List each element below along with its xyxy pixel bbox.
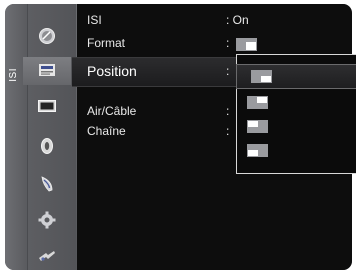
- position-value: :: [226, 64, 230, 78]
- format-value: :: [226, 36, 230, 50]
- sidebar-label: ISI: [8, 68, 19, 82]
- position-option-top-left[interactable]: [237, 115, 356, 138]
- isi-label[interactable]: ISI: [87, 13, 102, 27]
- position-option-top-right[interactable]: [237, 91, 356, 114]
- air-cable-label[interactable]: Air/Câble: [87, 104, 136, 118]
- position-label[interactable]: Position: [87, 64, 137, 78]
- application-icon[interactable]: [37, 210, 57, 230]
- input-icon[interactable]: [37, 174, 57, 194]
- position-dropdown: [236, 54, 356, 174]
- sidebar-tab[interactable]: ISI: [5, 4, 28, 270]
- bottom-right-thumbnail-icon: [251, 70, 272, 83]
- channel-label[interactable]: Chaîne: [87, 124, 126, 138]
- format-label[interactable]: Format: [87, 36, 125, 50]
- format-thumbnail-icon: [236, 38, 257, 51]
- channel-icon[interactable]: [37, 96, 57, 116]
- top-left-thumbnail-icon: [247, 120, 268, 133]
- air-cable-value: :: [226, 104, 230, 118]
- channel-value: :: [226, 124, 230, 138]
- top-right-thumbnail-icon: [247, 96, 268, 109]
- bottom-left-thumbnail-icon: [247, 144, 268, 157]
- position-option-bottom-right[interactable]: [236, 64, 356, 89]
- setup-icon[interactable]: [37, 136, 57, 156]
- sound-icon[interactable]: [37, 60, 57, 80]
- position-option-bottom-left[interactable]: [237, 139, 356, 162]
- isi-value: : On: [226, 13, 249, 27]
- picture-icon[interactable]: [37, 26, 57, 46]
- support-icon[interactable]: [37, 246, 57, 266]
